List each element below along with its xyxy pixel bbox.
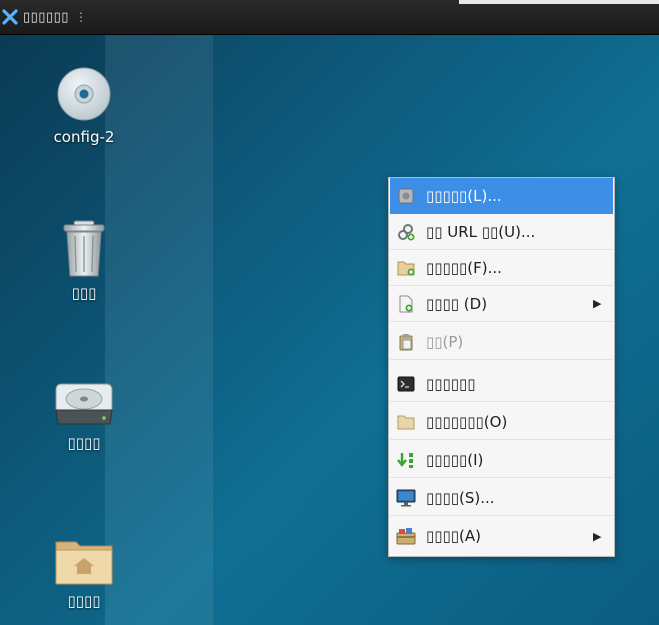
submenu-arrow-icon: ▶: [593, 529, 602, 543]
panel-search-field[interactable]: [459, 0, 659, 4]
menu-item-label: ▯▯▯▯ (D): [426, 294, 488, 313]
trash-icon: [63, 220, 105, 277]
menu-item-label: ▯▯▯▯▯▯: [426, 374, 476, 393]
applications-icon: [396, 526, 416, 546]
menu-item-create-document[interactable]: ▯▯▯▯ (D) ▶: [390, 286, 613, 322]
launcher-icon: [396, 186, 416, 206]
desktop-settings-icon: [396, 488, 416, 508]
hard-drive-icon: [55, 383, 113, 425]
menu-item-label: ▯▯▯▯(A): [426, 527, 481, 545]
desktop-icon-label: ▯▯▯▯: [67, 434, 101, 452]
desktop-icon-config-2[interactable]: config-2: [29, 66, 139, 146]
new-document-icon: [396, 294, 416, 314]
folder-icon: [396, 412, 416, 432]
menu-item-create-url-link[interactable]: ▯▯ URL ▯▯(U)...: [390, 214, 613, 250]
xfce-menu-icon[interactable]: [1, 8, 19, 26]
menu-item-open-terminal[interactable]: ▯▯▯▯▯▯: [390, 366, 613, 402]
menu-item-label: ▯▯▯▯▯(I): [426, 450, 484, 469]
paste-icon: [396, 332, 416, 352]
desktop-icon-home[interactable]: ▯▯▯▯: [29, 536, 139, 610]
arrange-icon: [396, 450, 416, 470]
menu-item-create-folder[interactable]: ▯▯▯▯▯(F)...: [390, 250, 613, 286]
menu-item-label: ▯▯(P): [426, 332, 464, 351]
link-icon: [396, 222, 416, 242]
submenu-arrow-icon: ▶: [593, 297, 602, 310]
desktop-icon-trash[interactable]: ▯▯▯: [29, 220, 139, 302]
menu-item-paste[interactable]: ▯▯(P): [390, 324, 613, 360]
menu-item-label: ▯▯▯▯▯(L)...: [426, 186, 502, 205]
desktop-icon-label: ▯▯▯▯: [67, 592, 101, 610]
desktop-icon-label: ▯▯▯: [71, 284, 97, 302]
menu-item-label: ▯▯▯▯▯(F)...: [426, 258, 502, 277]
desktop-context-menu: ▯▯▯▯▯(L)... ▯▯ URL ▯▯(U)... ▯▯▯▯▯(F)... …: [388, 177, 615, 557]
panel-grip-handle[interactable]: ⋮: [75, 10, 87, 24]
desktop-icon-filesystem[interactable]: ▯▯▯▯: [29, 380, 139, 452]
menu-item-applications[interactable]: ▯▯▯▯(A) ▶: [390, 518, 613, 554]
desktop-icon-label: config-2: [53, 128, 115, 146]
optical-disc-icon: [57, 67, 111, 121]
new-folder-icon: [396, 258, 416, 278]
home-folder-icon: [55, 541, 113, 585]
menu-item-create-launcher[interactable]: ▯▯▯▯▯(L)...: [390, 178, 613, 214]
menu-item-label: ▯▯▯▯(S)...: [426, 488, 495, 507]
menu-item-desktop-settings[interactable]: ▯▯▯▯(S)...: [390, 480, 613, 516]
top-panel: ▯▯▯▯▯▯ ⋮: [0, 0, 659, 35]
menu-item-open-in-file-manager[interactable]: ▯▯▯▯▯▯▯(O): [390, 404, 613, 440]
panel-window-title[interactable]: ▯▯▯▯▯▯: [23, 10, 69, 25]
menu-item-label: ▯▯▯▯▯▯▯(O): [426, 412, 508, 431]
menu-item-label: ▯▯ URL ▯▯(U)...: [426, 222, 536, 241]
menu-item-arrange-icons[interactable]: ▯▯▯▯▯(I): [390, 442, 613, 478]
terminal-icon: [396, 374, 416, 394]
